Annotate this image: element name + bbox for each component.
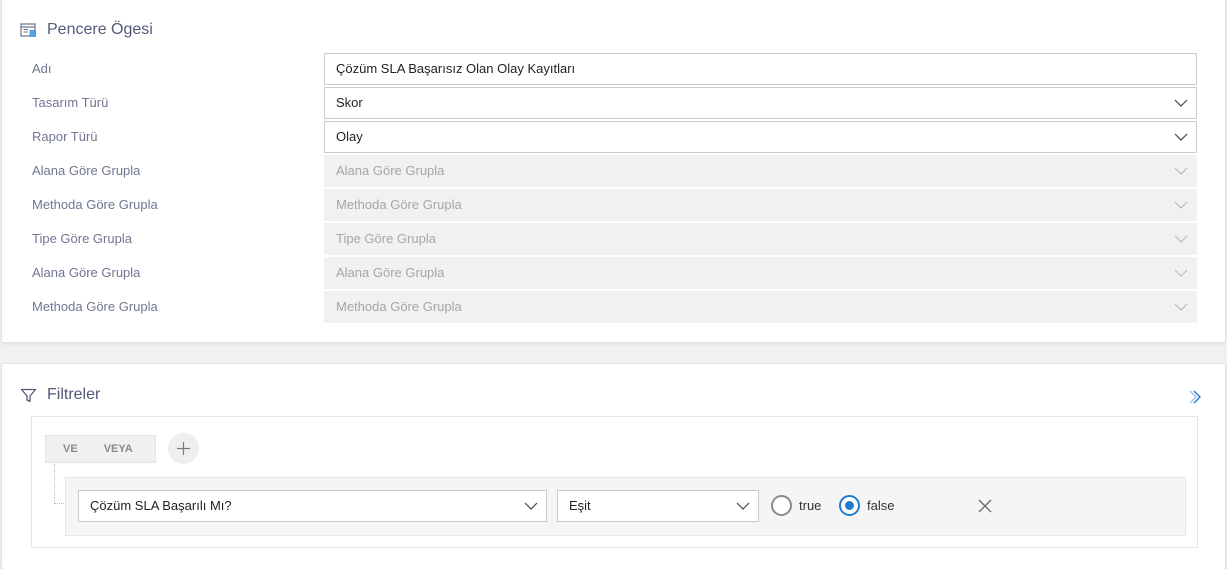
- radio-true-label: true: [799, 498, 822, 513]
- group-by-field-value: Alana Göre Grupla: [336, 163, 445, 178]
- group-by-field-label: Alana Göre Grupla: [32, 163, 141, 178]
- double-chevron-right-icon[interactable]: [1187, 389, 1203, 405]
- chevron-down-icon: [1174, 167, 1188, 175]
- form-row-group-by-type: Tipe Göre Grupla Tipe Göre Grupla: [2, 223, 1227, 255]
- filter-rule: Çözüm SLA Başarılı Mı? Eşit true false: [65, 477, 1186, 536]
- chevron-down-icon: [1174, 303, 1188, 311]
- group-by-field-2-select[interactable]: Alana Göre Grupla: [324, 257, 1197, 289]
- radio-false-label: false: [867, 498, 895, 513]
- group-by-field-select[interactable]: Alana Göre Grupla: [324, 155, 1197, 187]
- group-by-method-select[interactable]: Methoda Göre Grupla: [324, 189, 1197, 221]
- rule-operator-value: Eşit: [569, 498, 591, 513]
- filters-header: Filtreler: [20, 386, 100, 404]
- logic-operator-group: VE VEYA: [45, 435, 156, 463]
- window-item-icon: [20, 22, 37, 39]
- group-by-field-2-label: Alana Göre Grupla: [32, 265, 141, 280]
- plus-icon: [177, 442, 190, 455]
- filters-title: Filtreler: [47, 386, 101, 403]
- chevron-down-icon: [1174, 133, 1188, 141]
- name-input[interactable]: Çözüm SLA Başarısız Olan Olay Kayıtları: [324, 53, 1197, 85]
- chevron-down-icon: [1174, 269, 1188, 277]
- radio-true[interactable]: true: [771, 495, 821, 516]
- rule-field-select[interactable]: Çözüm SLA Başarılı Mı?: [78, 490, 547, 522]
- group-by-type-value: Tipe Göre Grupla: [336, 231, 436, 246]
- rule-operator-select[interactable]: Eşit: [557, 490, 759, 522]
- design-type-value: Skor: [336, 95, 363, 110]
- rule-field-value: Çözüm SLA Başarılı Mı?: [90, 498, 232, 513]
- group-by-type-label: Tipe Göre Grupla: [32, 231, 132, 246]
- chevron-down-icon: [524, 502, 538, 510]
- name-label: Adı: [32, 61, 52, 76]
- chevron-down-icon: [736, 502, 750, 510]
- add-rule-button[interactable]: [168, 433, 199, 464]
- window-item-panel: Pencere Ögesi Adı Çözüm SLA Başarısız Ol…: [1, 0, 1226, 343]
- close-icon[interactable]: [977, 498, 993, 514]
- form-row-report-type: Rapor Türü Olay: [2, 121, 1227, 153]
- chevron-down-icon: [1174, 201, 1188, 209]
- window-item-header: Pencere Ögesi: [20, 21, 153, 39]
- form-row-group-by-method-2: Methoda Göre Grupla Methoda Göre Grupla: [2, 291, 1227, 323]
- group-by-method-2-label: Methoda Göre Grupla: [32, 299, 158, 314]
- group-by-method-2-select[interactable]: Methoda Göre Grupla: [324, 291, 1197, 323]
- and-button[interactable]: VE: [46, 436, 91, 462]
- design-type-label: Tasarım Türü: [32, 95, 109, 110]
- chevron-down-icon: [1174, 235, 1188, 243]
- filter-builder: VE VEYA Çözüm SLA Başarılı Mı? Eşit true: [31, 416, 1198, 548]
- group-by-field-2-value: Alana Göre Grupla: [336, 265, 445, 280]
- radio-false-circle[interactable]: [839, 495, 860, 516]
- group-by-method-2-value: Methoda Göre Grupla: [336, 299, 462, 314]
- or-button[interactable]: VEYA: [91, 436, 146, 462]
- form-row-group-by-method: Methoda Göre Grupla Methoda Göre Grupla: [2, 189, 1227, 221]
- design-type-select[interactable]: Skor: [324, 87, 1197, 119]
- form-row-design-type: Tasarım Türü Skor: [2, 87, 1227, 119]
- group-by-method-label: Methoda Göre Grupla: [32, 197, 158, 212]
- form-row-group-by-field: Alana Göre Grupla Alana Göre Grupla: [2, 155, 1227, 187]
- group-by-method-value: Methoda Göre Grupla: [336, 197, 462, 212]
- radio-true-circle[interactable]: [771, 495, 792, 516]
- filter-icon: [20, 387, 37, 404]
- chevron-down-icon: [1174, 99, 1188, 107]
- filters-panel: Filtreler VE VEYA Çözüm SLA Başarılı Mı?…: [1, 363, 1226, 569]
- report-type-label: Rapor Türü: [32, 129, 98, 144]
- group-by-type-select[interactable]: Tipe Göre Grupla: [324, 223, 1197, 255]
- form-row-name: Adı Çözüm SLA Başarısız Olan Olay Kayıtl…: [2, 53, 1227, 85]
- radio-false[interactable]: false: [839, 495, 894, 516]
- form-row-group-by-field-2: Alana Göre Grupla Alana Göre Grupla: [2, 257, 1227, 289]
- report-type-value: Olay: [336, 129, 363, 144]
- report-type-select[interactable]: Olay: [324, 121, 1197, 153]
- window-item-title: Pencere Ögesi: [47, 21, 153, 38]
